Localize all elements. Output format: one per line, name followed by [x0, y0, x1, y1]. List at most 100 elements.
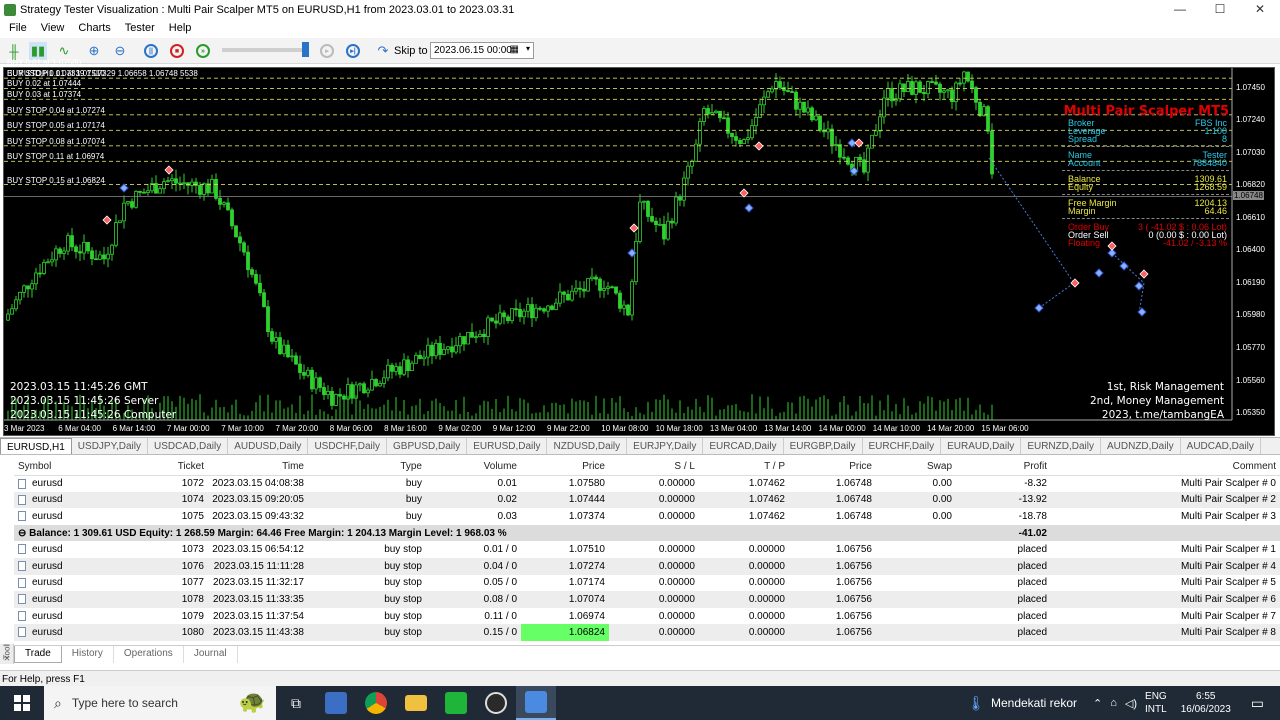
symbol-tab[interactable]: EURCHF,Daily [863, 438, 942, 454]
calendar-icon[interactable]: ▦ [510, 44, 519, 55]
column-header[interactable]: Price [789, 458, 876, 476]
candle-body [662, 223, 666, 240]
symbol-tab[interactable]: EURAUD,Daily [941, 438, 1022, 454]
column-header[interactable]: T / P [699, 458, 789, 476]
symbol-tab[interactable]: USDCAD,Daily [148, 438, 229, 454]
symbol-cell: eurusd [14, 491, 118, 509]
table-row[interactable]: eurusd 1073 2023.03.15 06:54:12 buy stop 0.0… [14, 541, 1280, 558]
column-header[interactable]: Time [208, 458, 308, 476]
table-row[interactable]: eurusd 1079 2023.03.15 11:37:54 buy stop 0.1… [14, 608, 1280, 625]
table-cell: -13.92 [956, 491, 1051, 509]
column-header[interactable]: Type [308, 458, 426, 476]
taskbar-search[interactable]: ⌕ Type here to search 🐢 [44, 686, 276, 720]
toolbox-tab[interactable]: Trade [14, 646, 62, 663]
menu-view[interactable]: View [34, 22, 72, 34]
menu-file[interactable]: File [2, 22, 34, 34]
speed-slider-thumb[interactable] [302, 42, 309, 57]
column-header[interactable]: Symbol [14, 458, 118, 476]
column-header[interactable]: Volume [426, 458, 521, 476]
tester-icon[interactable] [516, 686, 556, 720]
candlestick-icon[interactable]: ▮▮ [29, 42, 47, 60]
column-header[interactable]: Comment [1051, 458, 1280, 476]
zoom-in-icon[interactable]: ⊕ [85, 42, 103, 60]
symbol-tab[interactable]: AUDCAD,Daily [1181, 438, 1261, 454]
step-icon[interactable]: ▸ [318, 42, 336, 60]
symbol-tab[interactable]: EURCAD,Daily [703, 438, 784, 454]
table-row[interactable]: eurusd 1074 2023.03.15 09:20:05 buy 0.02 1.07… [14, 491, 1280, 509]
candle-body [858, 156, 862, 161]
app-icon-blue[interactable] [316, 686, 356, 720]
language-indicator[interactable]: ENG INTL [1145, 690, 1167, 716]
collapse-icon[interactable]: ⊖ [18, 528, 29, 539]
column-header[interactable]: Price [521, 458, 609, 476]
fbs-icon[interactable] [436, 686, 476, 720]
table-cell: 0.00 [932, 510, 952, 522]
candle-body [402, 359, 406, 375]
column-header[interactable]: Ticket [118, 458, 208, 476]
toolbox-tab[interactable]: Operations [114, 646, 184, 663]
symbol-tab[interactable]: EURUSD,H1 [0, 438, 72, 454]
table-row[interactable]: eurusd 1080 2023.03.15 11:43:38 buy stop 0.1… [14, 624, 1280, 641]
table-row[interactable]: eurusd 1075 2023.03.15 09:43:32 buy 0.03 1.07… [14, 508, 1280, 525]
stop-icon[interactable]: ■ [168, 42, 186, 60]
candle-body [94, 258, 98, 261]
metatrader-icon[interactable] [476, 686, 516, 720]
symbol-tab[interactable]: USDJPY,Daily [72, 438, 148, 454]
table-row[interactable]: eurusd 1076 2023.03.15 11:11:28 buy stop 0.0… [14, 557, 1280, 575]
symbol-tab[interactable]: AUDUSD,Daily [228, 438, 309, 454]
table-row[interactable]: eurusd 1072 2023.03.15 04:08:38 buy 0.01 1.07… [14, 475, 1280, 492]
chevron-up-icon[interactable]: ⌃ [1093, 697, 1102, 710]
toolbox-tab[interactable]: History [62, 646, 114, 663]
cell-symbol: eurusd [32, 510, 63, 522]
menu-charts[interactable]: Charts [71, 22, 117, 34]
column-header[interactable]: Swap [876, 458, 956, 476]
menu-help[interactable]: Help [162, 22, 199, 34]
table-row[interactable]: eurusd 1078 2023.03.15 11:33:35 buy stop 0.0… [14, 591, 1280, 608]
symbol-tab[interactable]: EURJPY,Daily [627, 438, 704, 454]
network-icon[interactable]: ⌂ [1110, 697, 1117, 709]
minimize-button[interactable]: — [1160, 0, 1200, 19]
bar-chart-icon[interactable]: ╫ [5, 42, 23, 60]
pause-icon[interactable]: || [142, 42, 160, 60]
menu-tester[interactable]: Tester [118, 22, 162, 34]
volume-icon[interactable]: ◁) [1125, 697, 1137, 710]
folder-icon[interactable] [396, 686, 436, 720]
clock[interactable]: 6:55 16/06/2023 [1181, 690, 1231, 716]
skip-icon[interactable]: ↷ [374, 42, 392, 60]
column-header[interactable]: Profit [956, 458, 1051, 476]
symbol-tab[interactable]: EURNZD,Daily [1021, 438, 1101, 454]
candle-body [122, 202, 126, 222]
candle-body [746, 137, 750, 140]
fast-forward-icon[interactable]: » [194, 42, 212, 60]
start-button[interactable] [0, 686, 44, 720]
symbol-tab[interactable]: GBPUSD,Daily [387, 438, 468, 454]
weather-text[interactable]: Mendekati rekor [991, 696, 1077, 710]
speed-slider[interactable] [222, 48, 308, 52]
symbol-tab[interactable]: NZDUSD,Daily [547, 438, 628, 454]
zoom-out-icon[interactable]: ⊖ [111, 42, 129, 60]
skip-end-icon[interactable]: ▸| [344, 42, 362, 60]
candle-body [422, 356, 426, 360]
symbol-tab[interactable]: EURGBP,Daily [784, 438, 863, 454]
table-row[interactable]: eurusd 1077 2023.03.15 11:32:17 buy stop 0.0… [14, 575, 1280, 592]
symbol-tab[interactable]: AUDNZD,Daily [1101, 438, 1181, 454]
task-view-icon[interactable]: ⧉ [276, 686, 316, 720]
notification-icon[interactable]: ▭ [1251, 695, 1264, 712]
symbol-tab[interactable]: USDCHF,Daily [308, 438, 387, 454]
column-header[interactable]: S / L [609, 458, 699, 476]
price-chart[interactable]: EURUSD,H1 1.07339 1.07329 1.06658 1.0674… [3, 58, 1275, 436]
candle-body [410, 362, 414, 371]
order-label: BUY 0.02 at 1.07444 [7, 79, 82, 89]
skip-to-date-input[interactable]: 2023.06.15 00:00 ▦ ▾ [430, 42, 534, 59]
chevron-down-icon[interactable]: ▾ [526, 44, 530, 53]
toolbox-tab[interactable]: Journal [184, 646, 238, 663]
chrome-icon[interactable] [356, 686, 396, 720]
table-cell: 1078 [118, 591, 208, 608]
close-button[interactable]: ✕ [1240, 0, 1280, 19]
candle-body [234, 225, 238, 238]
candle-body [102, 254, 106, 260]
line-chart-icon[interactable]: ∿ [55, 42, 73, 60]
symbol-tab[interactable]: EURUSD,Daily [467, 438, 548, 454]
maximize-button[interactable]: ☐ [1200, 0, 1240, 19]
candle-body [418, 354, 422, 360]
